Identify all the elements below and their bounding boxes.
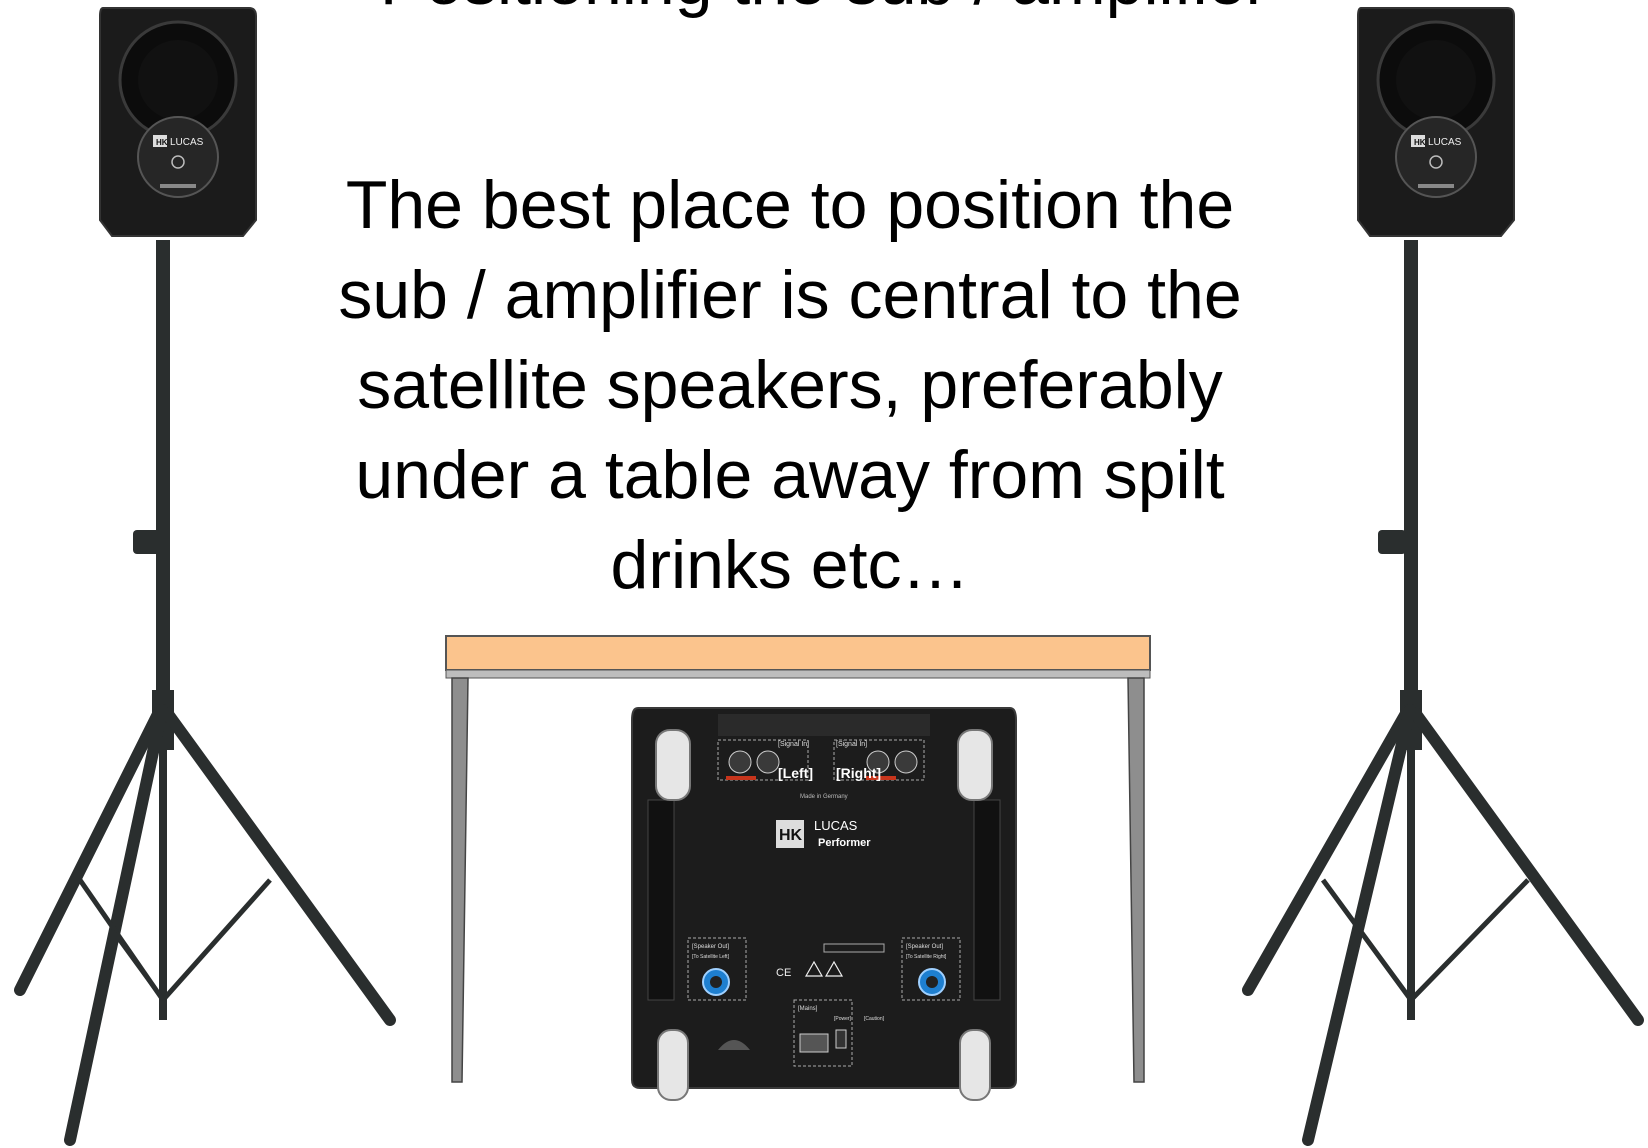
left-speaker-stand: LUCAS HK [14, 7, 396, 1146]
subwoofer-amplifier: [Signal In] [Left] [Signal In] [Right] M… [631, 707, 1017, 1101]
caster-bottom-left [657, 1029, 689, 1101]
svg-text:[Speaker Out]: [Speaker Out] [906, 944, 943, 950]
svg-text:[To Satellite Right]: [To Satellite Right] [906, 954, 947, 960]
svg-text:[Left]: [Left] [778, 765, 813, 781]
svg-text:CE: CE [776, 967, 791, 979]
svg-text:HK: HK [156, 138, 168, 147]
caster-top-right [957, 729, 993, 801]
left-satellite-speaker: LUCAS HK [99, 7, 257, 237]
svg-text:LUCAS: LUCAS [814, 818, 858, 833]
svg-text:[Mains]: [Mains] [798, 1006, 818, 1012]
svg-text:[Speaker Out]: [Speaker Out] [692, 944, 729, 950]
right-satellite-speaker: LUCAS HK [1357, 7, 1515, 237]
svg-text:[Caution]: [Caution] [864, 1016, 885, 1022]
caster-bottom-right [959, 1029, 991, 1101]
svg-text:[To Satellite Left]: [To Satellite Left] [692, 954, 730, 960]
svg-text:[Right]: [Right] [836, 765, 881, 781]
right-speaker-stand: LUCAS HK [1242, 7, 1644, 1146]
svg-text:LUCAS: LUCAS [1428, 137, 1462, 148]
svg-text:[Signal In]: [Signal In] [836, 741, 867, 748]
svg-text:Performer: Performer [818, 837, 871, 849]
svg-text:LUCAS: LUCAS [170, 137, 204, 148]
svg-text:HK: HK [1414, 138, 1426, 147]
caster-top-left [655, 729, 691, 801]
svg-text:[Power]: [Power] [834, 1016, 852, 1022]
svg-text:HK: HK [779, 827, 803, 844]
svg-text:Made in Germany: Made in Germany [800, 794, 848, 800]
svg-text:[Signal In]: [Signal In] [778, 741, 809, 748]
